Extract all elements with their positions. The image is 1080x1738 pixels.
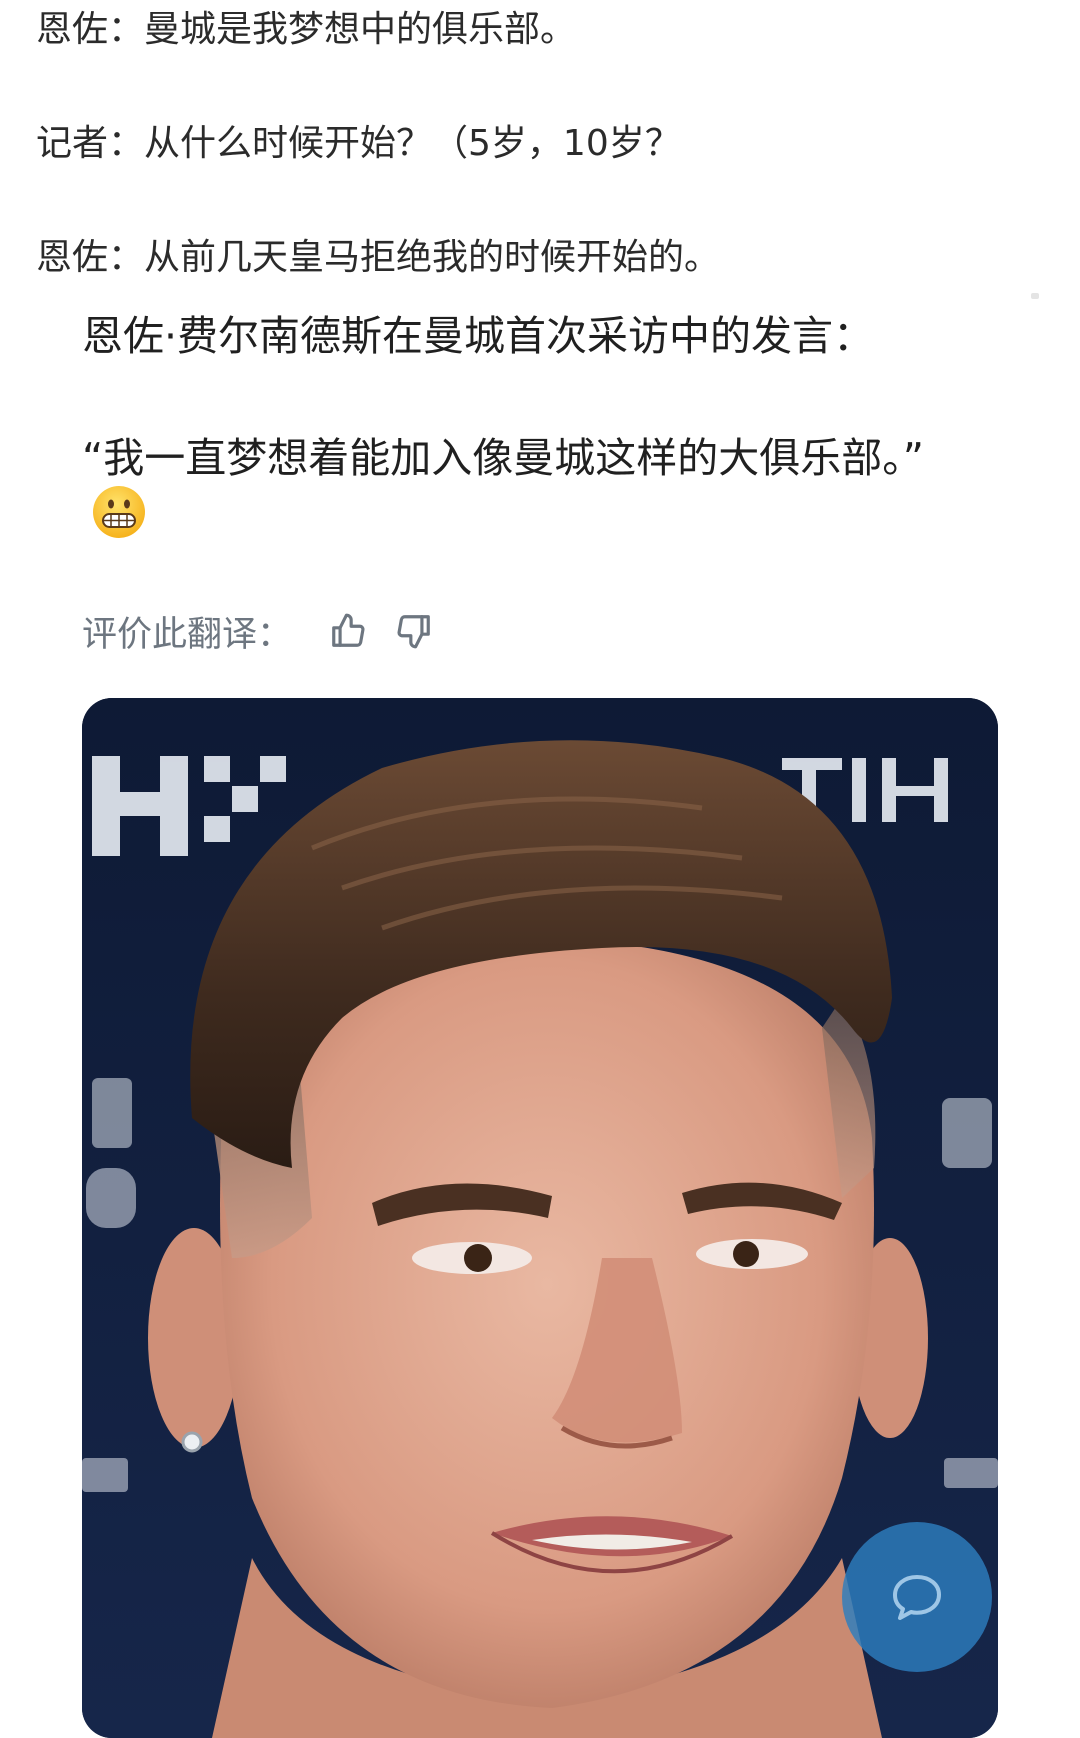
speaker-label: 恩佐： (36, 9, 145, 50)
line-text: 曼城是我梦想中的俱乐部。 (144, 9, 577, 50)
post-quote: “我一直梦想着能加入像曼城这样的大俱乐部。” (82, 425, 962, 564)
grimacing-face-emoji (92, 485, 146, 558)
quote-text: “我一直梦想着能加入像曼城这样的大俱乐部。” (82, 434, 924, 483)
speaker-label: 恩佐： (36, 237, 145, 278)
translated-post: 恩佐·费尔南德斯在曼城首次采访中的发言： “我一直梦想着能加入像曼城这样的大俱乐… (82, 312, 982, 564)
comment-fab-button[interactable] (842, 1522, 992, 1672)
divider-dot (1031, 293, 1039, 299)
thumbs-down-icon (397, 615, 430, 649)
comment-bubble-icon (893, 1575, 941, 1620)
post-heading: 恩佐·费尔南德斯在曼城首次采访中的发言： (82, 312, 875, 360)
speaker-label: 记者： (36, 123, 145, 164)
thumbs-up-button[interactable] (326, 609, 370, 653)
thumbs-down-button[interactable] (392, 609, 436, 653)
thumbs-up-icon (332, 613, 365, 647)
line-text: 从什么时候开始？（5岁，10岁？ (144, 123, 681, 164)
dialogue-line: 恩佐：从前几天皇马拒绝我的时候开始的。 (36, 240, 720, 276)
line-text: 从前几天皇马拒绝我的时候开始的。 (144, 237, 721, 278)
dialogue-line: 恩佐：曼城是我梦想中的俱乐部。 (36, 12, 576, 48)
translation-rating: 评价此翻译： (82, 606, 436, 656)
dialogue-line: 记者：从什么时候开始？（5岁，10岁？ (36, 126, 681, 162)
rate-translation-label: 评价此翻译： (82, 614, 293, 655)
